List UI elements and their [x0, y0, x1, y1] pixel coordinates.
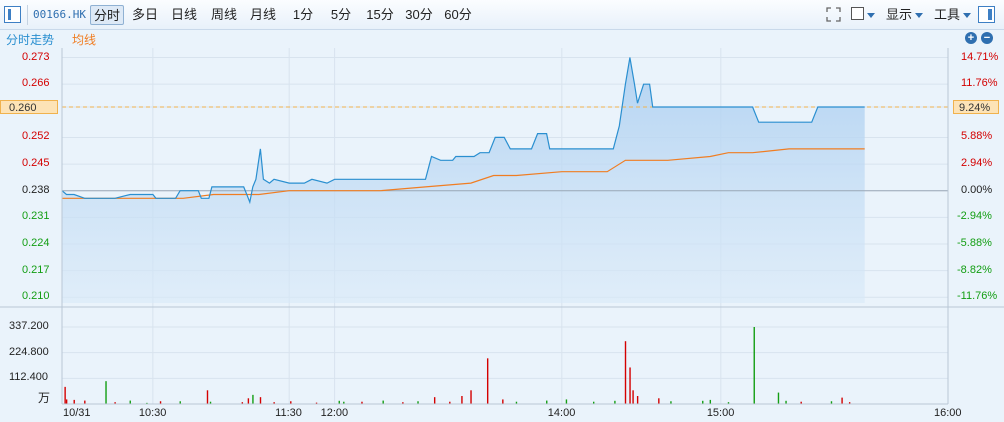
volume-bar: [247, 398, 250, 404]
pct-tick-label: 5.88%: [961, 130, 993, 143]
volume-bar: [841, 397, 843, 404]
volume-bar: [470, 390, 472, 404]
pct-tick-label: -8.82%: [957, 263, 992, 276]
volume-bar: [565, 399, 568, 404]
price-tick-label: 0.252: [22, 130, 50, 143]
volume-bar: [433, 397, 436, 404]
volume-bar: [546, 400, 548, 404]
intraday-chart[interactable]: [0, 0, 1004, 422]
price-tick-label: 0.245: [22, 157, 50, 170]
volume-bar: [73, 399, 75, 404]
time-tick-label: 12:00: [320, 407, 349, 419]
volume-bar: [709, 399, 712, 404]
volume-bar: [252, 394, 254, 404]
volume-tick-label: 112.400: [9, 371, 48, 384]
volume-tick-label: 224.800: [9, 345, 49, 358]
volume-bar: [129, 400, 131, 404]
price-tick-label: 0.266: [22, 77, 50, 90]
volume-bar: [629, 367, 631, 404]
pct-tick-label: -11.76%: [957, 290, 998, 303]
pct-tick-label: 11.76%: [961, 77, 998, 90]
pct-tick-label: 0.00%: [961, 183, 993, 196]
volume-bar: [777, 392, 780, 404]
price-tick-label: 0.224: [22, 237, 50, 249]
volume-bar: [753, 327, 755, 404]
volume-bar: [486, 358, 489, 404]
price-tick-label: 0.210: [22, 290, 50, 303]
volume-bar: [84, 400, 86, 404]
volume-bar: [632, 390, 634, 404]
volume-bar: [105, 381, 107, 404]
price-tick-label: 0.231: [22, 210, 50, 223]
volume-bar: [206, 390, 209, 404]
time-tick-label: 15:00: [706, 407, 735, 419]
date-label: 10/31: [63, 407, 91, 419]
volume-tick-label: 337.200: [9, 320, 49, 332]
volume-bar: [624, 341, 627, 404]
time-tick-label: 11:30: [275, 407, 302, 419]
price-tick-label: 0.273: [22, 50, 50, 63]
volume-bar: [64, 386, 66, 404]
volume-bar: [461, 396, 463, 404]
time-tick-label: 14:00: [547, 407, 576, 419]
volume-bar: [502, 399, 504, 404]
time-tick-label: 16:00: [934, 407, 962, 419]
pct-tick-label: 14.71%: [961, 50, 999, 63]
volume-bar: [382, 400, 384, 404]
pct-tick-label: -5.88%: [957, 237, 992, 249]
volume-bar: [259, 397, 262, 404]
volume-bar: [636, 396, 639, 404]
volume-bar: [65, 399, 68, 404]
pct-tick-label: -2.94%: [957, 210, 992, 223]
current-pct-tag: 9.24%: [953, 100, 999, 114]
price-tick-label: 0.238: [22, 183, 50, 196]
volume-unit-label: 万: [38, 391, 51, 405]
time-tick-label: 10:30: [138, 407, 167, 419]
current-price-tag: 0.260: [0, 100, 58, 114]
volume-bar: [658, 398, 660, 404]
pct-tick-label: 2.94%: [961, 157, 993, 170]
price-tick-label: 0.217: [22, 263, 50, 276]
